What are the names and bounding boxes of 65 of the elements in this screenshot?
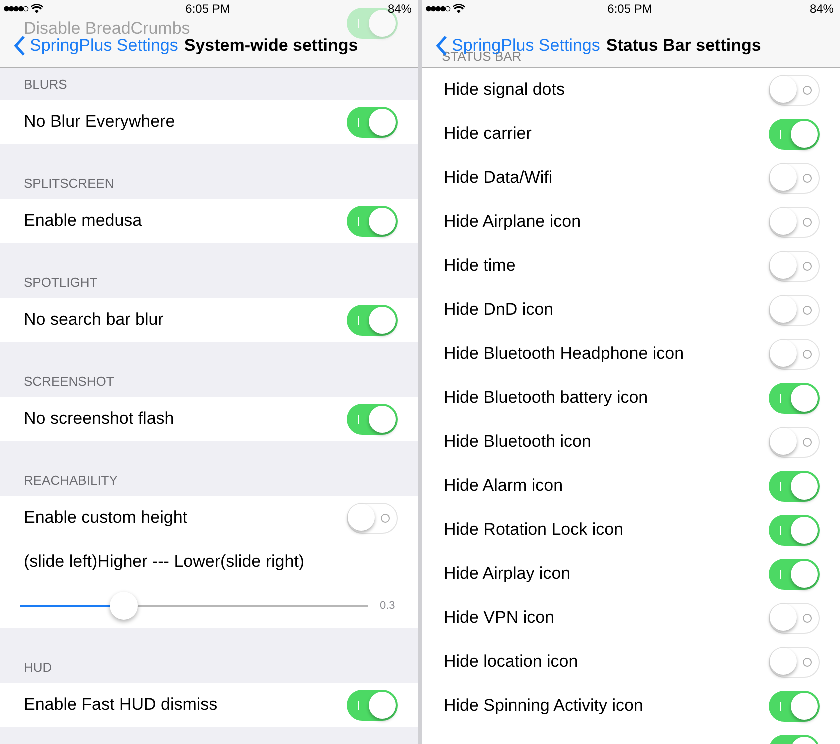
setting-label: Hide Alarm icon (444, 476, 564, 496)
setting-label: Hide signal dots (444, 80, 565, 100)
setting-label: No search bar blur (24, 310, 164, 330)
toggle-switch[interactable] (769, 470, 820, 502)
toggle-switch[interactable] (769, 690, 820, 722)
toggle-switch[interactable] (347, 106, 398, 138)
toggle-switch[interactable] (347, 404, 398, 434)
chevron-icon (14, 36, 26, 56)
signal-icon (4, 6, 29, 12)
wifi-icon (453, 4, 465, 14)
setting-label: Hide location icon (444, 652, 578, 672)
slider-track[interactable] (20, 592, 368, 620)
toggle-switch[interactable] (347, 304, 398, 336)
setting-label: Hide Bluetooth Headphone icon (444, 344, 684, 364)
section-header: REACHABILITY (24, 473, 118, 488)
setting-label: Hide Airplay icon (444, 564, 571, 584)
section-header: SPLITSCREEN (24, 176, 114, 191)
setting-label: Hide time (444, 256, 516, 276)
setting-description: (slide left)Higher --- Lower(slide right) (24, 552, 305, 572)
section-header: SPOTLIGHT (24, 275, 98, 290)
slider-thumb[interactable] (110, 592, 138, 620)
setting-label: Hide Bluetooth icon (444, 432, 592, 452)
setting-label: Enable custom height (24, 508, 188, 528)
setting-label: No Blur Everywhere (24, 112, 176, 132)
nav-title: Status Bar settings (606, 36, 762, 56)
toggle-switch[interactable] (769, 338, 820, 370)
toggle-switch[interactable] (769, 382, 820, 414)
wifi-icon (31, 4, 43, 14)
toggle-switch[interactable] (347, 690, 398, 720)
section-header: BLURS (24, 77, 68, 92)
setting-label: Hide VPN icon (444, 608, 555, 628)
setting-label: Hide Spinning Activity icon (444, 696, 644, 716)
setting-label: Hide Data/Wifi (444, 168, 553, 188)
signal-icon (426, 6, 451, 12)
nav-title: System-wide settings (184, 36, 358, 56)
toggle-switch[interactable] (769, 206, 820, 238)
setting-label: Hide Airplane icon (444, 212, 582, 232)
toggle-switch[interactable] (769, 558, 820, 590)
toggle-switch[interactable] (769, 162, 820, 194)
status-time: 6:05 PM (608, 2, 652, 16)
toggle-switch[interactable] (769, 250, 820, 282)
toggle-switch[interactable] (347, 206, 398, 236)
section-header: SCREENSHOT (24, 374, 114, 389)
setting-label: Enable Fast HUD dismiss (24, 695, 218, 715)
setting-label: No screenshot flash (24, 409, 174, 429)
setting-label: Hide carrier (444, 124, 532, 144)
setting-label: Hide DnD icon (444, 300, 554, 320)
toggle-switch[interactable] (769, 426, 820, 458)
setting-label: Hide Bluetooth battery icon (444, 388, 648, 408)
toggle-switch[interactable] (769, 646, 820, 678)
status-time: 6:05 PM (186, 2, 230, 16)
battery-level: 84% (808, 2, 834, 16)
battery-level: 84% (386, 2, 412, 16)
setting-label: Enable medusa (24, 211, 142, 231)
setting-label: Disable BreadCrumbs (24, 20, 190, 37)
toggle-switch[interactable] (769, 74, 820, 106)
toggle-switch[interactable] (769, 514, 820, 546)
toggle-switch[interactable] (769, 118, 820, 150)
toggle-switch[interactable] (347, 502, 398, 534)
section-header: HUD (24, 660, 52, 675)
slider-value: 0.3 (380, 600, 396, 612)
toggle-switch[interactable] (769, 294, 820, 326)
setting-label: Hide Rotation Lock icon (444, 520, 624, 540)
toggle-switch[interactable] (769, 602, 820, 634)
back-button[interactable]: SpringPlus Settings (14, 36, 178, 56)
